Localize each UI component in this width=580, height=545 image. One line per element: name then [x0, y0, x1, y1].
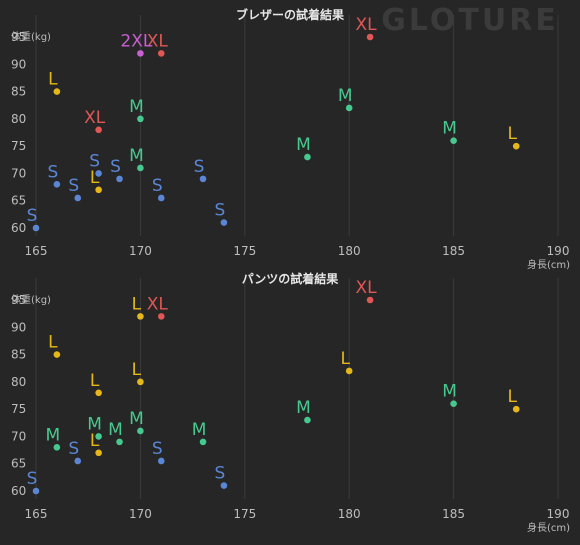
x-tick-label: 175	[233, 244, 256, 258]
y-axis-label: 体重(kg)	[11, 293, 51, 306]
data-label: L	[90, 168, 100, 188]
data-label: S	[68, 176, 79, 196]
data-label: S	[152, 176, 163, 196]
y-tick-label: 70	[11, 429, 26, 443]
x-axis-label: 身長(cm)	[527, 258, 570, 271]
data-label: L	[48, 333, 58, 353]
data-label: M	[192, 420, 207, 440]
y-tick-label: 60	[11, 221, 26, 235]
y-tick-label: 75	[11, 402, 26, 416]
data-label: L	[90, 371, 100, 391]
data-label: S	[215, 464, 226, 484]
data-label: M	[296, 135, 311, 155]
x-tick-label: 165	[25, 244, 48, 258]
x-tick-label: 185	[442, 244, 465, 258]
chart-panel-1: 165 170 175 180 185 1906065707580859095ブレザーの試…	[11, 7, 570, 271]
data-label: S	[194, 157, 205, 177]
data-label: XL	[147, 294, 169, 314]
data-label: M	[129, 409, 144, 429]
y-tick-label: 90	[11, 57, 26, 71]
data-label: M	[108, 420, 123, 440]
data-label: L	[507, 124, 517, 144]
x-tick-label: 170	[129, 507, 152, 521]
watermark-text: GLOTURE	[381, 3, 559, 38]
chart-title: パンツの試着結果	[242, 271, 339, 286]
x-tick-label: 190	[547, 507, 570, 521]
x-tick-label: 165	[25, 507, 48, 521]
data-label: S	[68, 439, 79, 459]
data-label: M	[129, 146, 144, 166]
y-tick-label: 65	[11, 194, 26, 208]
data-label: M	[442, 119, 457, 139]
chart-canvas: GLOTURE 165 170 175 180 185 190 60 65 70 75 80 85 90…	[11, 3, 570, 534]
data-label: L	[132, 360, 142, 380]
y-tick-label: 60	[11, 484, 26, 498]
x-tick-label: 180	[338, 244, 361, 258]
y-tick-label: 75	[11, 139, 26, 153]
y-tick-label: 85	[11, 348, 26, 362]
y-tick-label: 70	[11, 166, 26, 180]
y-tick-label: 80	[11, 112, 26, 126]
data-label: XL	[84, 108, 106, 128]
data-label: L	[48, 70, 58, 90]
data-label: M	[338, 86, 353, 106]
data-label: S	[152, 439, 163, 459]
data-label: S	[27, 206, 38, 226]
data-label: M	[442, 382, 457, 402]
x-axis-label: 身長(cm)	[527, 521, 570, 534]
chart-figure: GLOTURE 165 170 175 180 185 190 60 65 70 75 80 85 90…	[0, 0, 580, 541]
data-label: S	[27, 469, 38, 489]
chart-title: ブレザーの試着結果	[236, 7, 344, 22]
x-tick-label: 170	[129, 244, 152, 258]
chart-panel-2: 165 170 175 180 185 1906065707580859095パンツの試着…	[11, 271, 570, 534]
data-label: S	[215, 201, 226, 221]
x-tick-label: 175	[233, 507, 256, 521]
data-label: M	[129, 97, 144, 117]
data-label: XL	[356, 15, 378, 35]
data-label: M	[46, 425, 61, 445]
y-axis-label: 体重(kg)	[11, 30, 51, 43]
data-label: L	[507, 387, 517, 407]
y-tick-label: 80	[11, 375, 26, 389]
data-label: XL	[356, 278, 378, 298]
data-label: S	[110, 157, 121, 177]
x-tick-label: 180	[338, 507, 361, 521]
data-label: L	[340, 349, 350, 369]
data-label: L	[90, 431, 100, 451]
y-tick-label: 65	[11, 457, 26, 471]
y-tick-label: 85	[11, 85, 26, 99]
data-label: S	[47, 162, 58, 182]
y-tick-label: 90	[11, 320, 26, 334]
data-label: 2XL	[120, 31, 152, 51]
x-tick-label: 190	[547, 244, 570, 258]
data-label: M	[296, 398, 311, 418]
x-tick-label: 185	[442, 507, 465, 521]
data-label: L	[132, 294, 142, 314]
